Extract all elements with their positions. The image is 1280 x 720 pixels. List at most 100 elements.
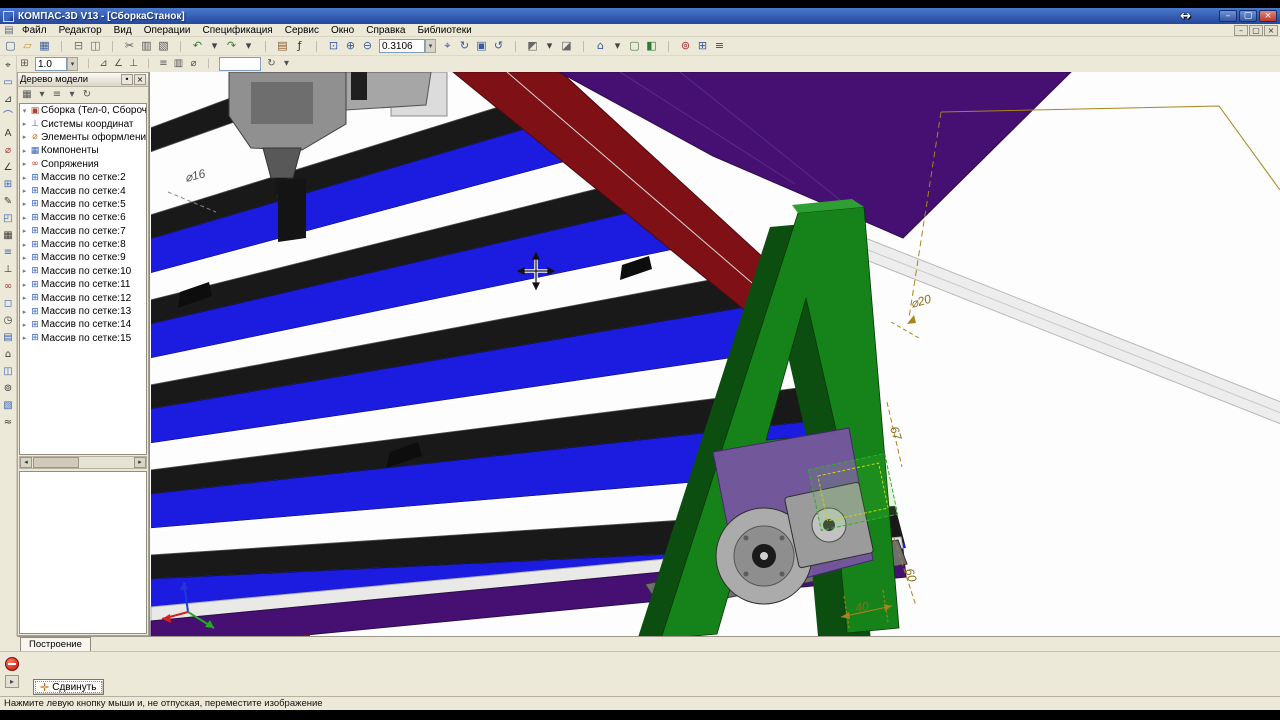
compact-edit-icon[interactable]: ✎ <box>1 194 16 209</box>
menu-service[interactable]: Сервис <box>279 25 325 36</box>
tree-item-array-5[interactable]: ▸ ⊞ Массив по сетке:5 <box>20 198 146 211</box>
compact-home-icon[interactable]: ⌂ <box>1 347 16 362</box>
scroll-thumb[interactable] <box>33 457 79 468</box>
tree-expander-icon[interactable]: ▸ <box>20 200 29 208</box>
mdi-close-button[interactable]: × <box>1264 24 1278 36</box>
hide-objects-icon[interactable]: ◩ <box>524 38 541 54</box>
move-command-button[interactable]: ✛ Сдвинуть <box>33 679 104 695</box>
tree-refresh-icon[interactable]: ↻ <box>80 88 94 102</box>
tree-item-assembly[interactable]: ▾ ▣ Сборка (Тел-0, Сборочных еди <box>20 104 146 117</box>
redo-icon[interactable]: ↷ <box>223 38 240 54</box>
compact-wave-icon[interactable]: ≈ <box>1 415 16 430</box>
tree-expander-icon[interactable]: ▸ <box>20 241 29 249</box>
save-icon[interactable]: ▦ <box>36 38 53 54</box>
mdi-restore-button[interactable]: ▢ <box>1249 24 1263 36</box>
tree-item-array-6[interactable]: ▸ ⊞ Массив по сетке:6 <box>20 211 146 224</box>
compact-angle-icon[interactable]: ∠ <box>1 160 16 175</box>
viewport-3d[interactable]: ⌀16 ⌀20 67 60 40 <box>150 72 1280 636</box>
scroll-left-icon[interactable]: ◂ <box>20 457 32 468</box>
compact-line-icon[interactable]: ▭ <box>1 75 16 90</box>
menu-editor[interactable]: Редактор <box>53 25 108 36</box>
tree-item-array-8[interactable]: ▸ ⊞ Массив по сетке:8 <box>20 238 146 251</box>
tree-item-array-11[interactable]: ▸ ⊞ Массив по сетке:11 <box>20 278 146 291</box>
tree-item-coordinate-systems[interactable]: ▸ ⊥ Системы координат <box>20 117 146 130</box>
tree-structure-dropdown-icon[interactable]: ▾ <box>35 88 49 102</box>
tree-expander-icon[interactable]: ▸ <box>20 334 29 342</box>
scroll-right-icon[interactable]: ▸ <box>134 457 146 468</box>
tree-structure-icon[interactable]: ▦ <box>20 88 34 102</box>
compact-rotate-icon[interactable]: ◷ <box>1 313 16 328</box>
settings-grid-icon[interactable]: ⊞ <box>17 57 32 71</box>
shaded-icon[interactable]: ◧ <box>643 38 660 54</box>
tree-item-array-9[interactable]: ▸ ⊞ Массив по сетке:9 <box>20 251 146 264</box>
redo-dropdown-icon[interactable]: ▾ <box>240 38 257 54</box>
interrupt-command-icon[interactable] <box>5 657 19 671</box>
menu-specification[interactable]: Спецификация <box>197 25 279 36</box>
paste-icon[interactable]: ▧ <box>155 38 172 54</box>
library-manager-icon[interactable]: ▤ <box>274 38 291 54</box>
cut-icon[interactable]: ✂ <box>121 38 138 54</box>
angle-snap-icon[interactable]: ∠ <box>111 57 126 71</box>
wireframe-icon[interactable]: ▢ <box>626 38 643 54</box>
snap-icon[interactable]: ⊿ <box>96 57 111 71</box>
tree-item-design-elements[interactable]: ▸ ⌀ Элементы оформления <box>20 131 146 144</box>
print-preview-icon[interactable]: ◫ <box>87 38 104 54</box>
tree-item-array-15[interactable]: ▸ ⊞ Массив по сетке:15 <box>20 332 146 345</box>
tree-item-array-14[interactable]: ▸ ⊞ Массив по сетке:14 <box>20 318 146 331</box>
tree-item-array-7[interactable]: ▸ ⊞ Массив по сетке:7 <box>20 225 146 238</box>
compact-view-icon[interactable]: ◰ <box>1 211 16 226</box>
variables-icon[interactable]: ƒ <box>291 38 308 54</box>
pan-icon[interactable]: ⌖ <box>439 38 456 54</box>
tree-composition-dropdown-icon[interactable]: ▾ <box>65 88 79 102</box>
properties-icon[interactable]: ≡ <box>711 38 728 54</box>
compact-window-icon[interactable]: ◫ <box>1 364 16 379</box>
tree-expander-icon[interactable]: ▸ <box>20 308 29 316</box>
tree-expander-icon[interactable]: ▸ <box>20 227 29 235</box>
tree-item-array-10[interactable]: ▸ ⊞ Массив по сетке:10 <box>20 265 146 278</box>
tree-expander-icon[interactable]: ▸ <box>20 254 29 262</box>
orientation-icon[interactable]: ⌂ <box>592 38 609 54</box>
tree-item-array-12[interactable]: ▸ ⊞ Массив по сетке:12 <box>20 291 146 304</box>
grid-icon[interactable]: ⊞ <box>694 38 711 54</box>
tree-close-button[interactable]: × <box>134 74 146 85</box>
tree-composition-icon[interactable]: ≡ <box>50 88 64 102</box>
tree-expander-icon[interactable]: ▸ <box>20 294 29 302</box>
menu-file[interactable]: Файл <box>16 25 53 36</box>
compact-constraint-icon[interactable]: ⊥ <box>1 262 16 277</box>
compact-mates-icon[interactable]: ∞ <box>1 279 16 294</box>
pin-button[interactable]: • <box>121 74 133 85</box>
tree-item-array-2[interactable]: ▸ ⊞ Массив по сетке:2 <box>20 171 146 184</box>
restore-button[interactable]: ▢ <box>1239 10 1257 22</box>
mdi-minimize-button[interactable]: – <box>1234 24 1248 36</box>
compact-list-icon[interactable]: ≡ <box>1 245 16 260</box>
close-button[interactable]: × <box>1259 10 1277 22</box>
tree-expander-icon[interactable]: ▸ <box>20 281 29 289</box>
menu-libraries[interactable]: Библиотеки <box>411 25 477 36</box>
graphics-area[interactable]: ⌀16 ⌀20 67 60 40 <box>149 72 1280 636</box>
tree-expander-icon[interactable]: ▸ <box>20 187 29 195</box>
create-object-icon[interactable]: ▸ <box>5 675 19 688</box>
compact-dimension-icon[interactable]: ⌀ <box>1 143 16 158</box>
compact-circle-icon[interactable]: ⊚ <box>1 381 16 396</box>
tab-construction[interactable]: Построение <box>20 637 91 651</box>
tree-expander-icon[interactable]: ▾ <box>20 107 29 115</box>
menu-window[interactable]: Окно <box>325 25 360 36</box>
compact-arc-icon[interactable]: ⌒ <box>1 109 16 124</box>
refresh-view-icon[interactable]: ↺ <box>490 38 507 54</box>
tree-expander-icon[interactable]: ▸ <box>20 120 29 128</box>
print-icon[interactable]: ⊟ <box>70 38 87 54</box>
menu-help[interactable]: Справка <box>360 25 411 36</box>
tree-expander-icon[interactable]: ▸ <box>20 147 29 155</box>
tree-expander-icon[interactable]: ▸ <box>20 160 29 168</box>
zoom-in-icon[interactable]: ⊕ <box>342 38 359 54</box>
undo-icon[interactable]: ↶ <box>189 38 206 54</box>
compact-text-icon[interactable]: A <box>1 126 16 141</box>
zoom-scale-dropdown-icon[interactable]: ▾ <box>425 39 436 53</box>
compact-surface-icon[interactable]: ◻ <box>1 296 16 311</box>
tree-item-components[interactable]: ▸ ▦ Компоненты <box>20 144 146 157</box>
tree-expander-icon[interactable]: ▸ <box>20 174 29 182</box>
measure-icon[interactable]: ⌀ <box>186 57 201 71</box>
orientation-dropdown-icon[interactable]: ▾ <box>609 38 626 54</box>
menu-view[interactable]: Вид <box>108 25 138 36</box>
parameter-input[interactable] <box>219 57 261 71</box>
